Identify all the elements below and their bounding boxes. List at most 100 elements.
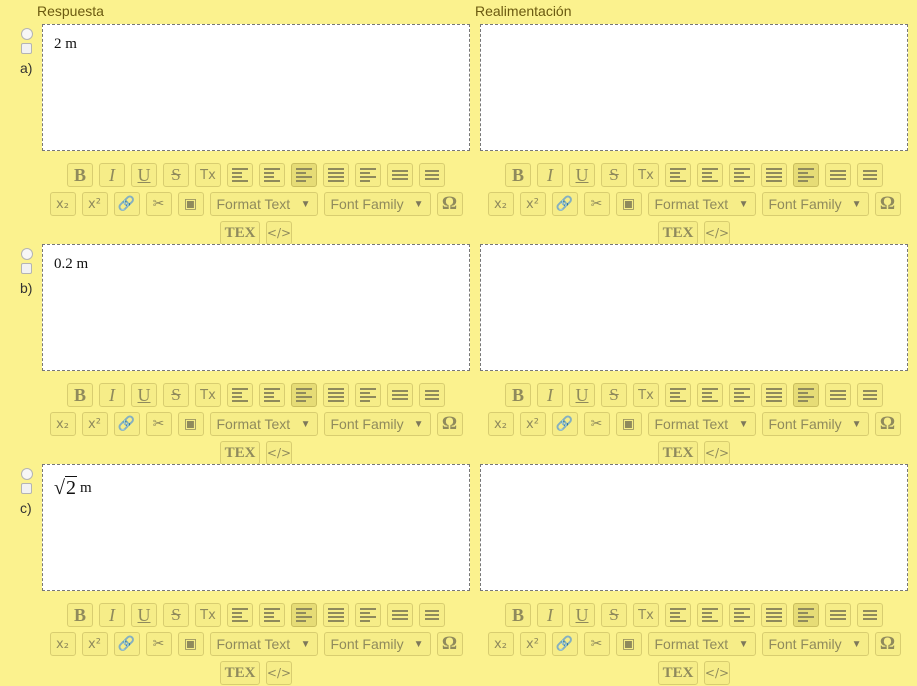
numbered-list-icon[interactable] [857, 383, 883, 407]
align-center-icon[interactable] [323, 603, 349, 627]
superscript-button[interactable]: x² [81, 192, 108, 216]
underline-button[interactable]: U [569, 383, 595, 407]
superscript-button[interactable]: x² [519, 412, 546, 436]
clear-format-button[interactable]: Tx [633, 383, 659, 407]
align-left-icon[interactable] [291, 603, 317, 627]
link-icon[interactable]: 🔗 [551, 192, 578, 216]
align-right-icon[interactable] [355, 383, 381, 407]
italic-button[interactable]: I [99, 163, 125, 187]
align-left-icon[interactable] [291, 163, 317, 187]
source-code-button[interactable]: </> [704, 221, 730, 245]
outdent-icon[interactable] [697, 603, 723, 627]
tex-button[interactable]: TEX [658, 221, 698, 245]
subscript-button[interactable]: x₂ [487, 632, 514, 656]
unlink-icon[interactable]: ✂ [145, 632, 172, 656]
superscript-button[interactable]: x² [81, 412, 108, 436]
align-right-icon[interactable] [793, 603, 819, 627]
bold-button[interactable]: B [505, 163, 531, 187]
bold-button[interactable]: B [67, 163, 93, 187]
clear-format-button[interactable]: Tx [633, 603, 659, 627]
numbered-list-icon[interactable] [419, 163, 445, 187]
numbered-list-icon[interactable] [419, 603, 445, 627]
numbered-list-icon[interactable] [857, 163, 883, 187]
bold-button[interactable]: B [505, 603, 531, 627]
clear-format-button[interactable]: Tx [195, 383, 221, 407]
image-icon[interactable]: ▣ [177, 632, 204, 656]
image-icon[interactable]: ▣ [615, 412, 642, 436]
indent-icon[interactable] [227, 383, 253, 407]
link-icon[interactable]: 🔗 [113, 412, 140, 436]
align-right-icon[interactable] [355, 603, 381, 627]
answer-editor[interactable]: √2 m [42, 464, 470, 591]
indent-icon[interactable] [665, 163, 691, 187]
image-icon[interactable]: ▣ [177, 412, 204, 436]
correct-radio[interactable] [21, 28, 33, 40]
italic-button[interactable]: I [537, 383, 563, 407]
numbered-list-icon[interactable] [857, 603, 883, 627]
format-text-dropdown[interactable]: Format Text ▼ [647, 192, 756, 216]
italic-button[interactable]: I [99, 383, 125, 407]
tex-button[interactable]: TEX [658, 441, 698, 465]
special-char-button[interactable]: Ω [874, 192, 901, 216]
outdent-icon[interactable] [697, 383, 723, 407]
unlink-icon[interactable]: ✂ [583, 632, 610, 656]
superscript-button[interactable]: x² [519, 632, 546, 656]
font-family-dropdown[interactable]: Font Family ▼ [323, 192, 431, 216]
underline-button[interactable]: U [131, 383, 157, 407]
bullet-list-icon[interactable] [825, 163, 851, 187]
underline-button[interactable]: U [569, 163, 595, 187]
clear-format-button[interactable]: Tx [195, 603, 221, 627]
font-family-dropdown[interactable]: Font Family ▼ [761, 412, 869, 436]
tex-button[interactable]: TEX [658, 661, 698, 685]
feedback-editor[interactable] [480, 464, 908, 591]
bullet-list-icon[interactable] [387, 603, 413, 627]
strikethrough-button[interactable]: S [163, 383, 189, 407]
unlink-icon[interactable]: ✂ [583, 192, 610, 216]
underline-button[interactable]: U [131, 603, 157, 627]
font-family-dropdown[interactable]: Font Family ▼ [761, 192, 869, 216]
tex-button[interactable]: TEX [220, 221, 260, 245]
align-right-icon[interactable] [355, 163, 381, 187]
bold-button[interactable]: B [67, 603, 93, 627]
italic-button[interactable]: I [537, 603, 563, 627]
strikethrough-button[interactable]: S [601, 603, 627, 627]
link-icon[interactable]: 🔗 [551, 412, 578, 436]
outdent-icon[interactable] [259, 163, 285, 187]
bold-button[interactable]: B [67, 383, 93, 407]
subscript-button[interactable]: x₂ [49, 192, 76, 216]
answer-editor[interactable]: 0.2 m [42, 244, 470, 371]
bold-button[interactable]: B [505, 383, 531, 407]
outdent-icon[interactable] [259, 383, 285, 407]
link-icon[interactable]: 🔗 [113, 192, 140, 216]
italic-button[interactable]: I [537, 163, 563, 187]
clear-format-button[interactable]: Tx [195, 163, 221, 187]
font-family-dropdown[interactable]: Font Family ▼ [323, 632, 431, 656]
special-char-button[interactable]: Ω [874, 412, 901, 436]
format-text-dropdown[interactable]: Format Text ▼ [647, 412, 756, 436]
unlink-icon[interactable]: ✂ [145, 192, 172, 216]
align-left-icon[interactable] [729, 383, 755, 407]
special-char-button[interactable]: Ω [436, 192, 463, 216]
indent-icon[interactable] [665, 383, 691, 407]
subscript-button[interactable]: x₂ [487, 412, 514, 436]
align-center-icon[interactable] [323, 163, 349, 187]
format-text-dropdown[interactable]: Format Text ▼ [209, 632, 318, 656]
unlink-icon[interactable]: ✂ [145, 412, 172, 436]
format-text-dropdown[interactable]: Format Text ▼ [209, 192, 318, 216]
underline-button[interactable]: U [131, 163, 157, 187]
align-center-icon[interactable] [761, 603, 787, 627]
align-left-icon[interactable] [729, 163, 755, 187]
format-text-dropdown[interactable]: Format Text ▼ [647, 632, 756, 656]
tex-button[interactable]: TEX [220, 441, 260, 465]
bullet-list-icon[interactable] [387, 383, 413, 407]
subscript-button[interactable]: x₂ [487, 192, 514, 216]
link-icon[interactable]: 🔗 [113, 632, 140, 656]
image-icon[interactable]: ▣ [615, 632, 642, 656]
align-right-icon[interactable] [793, 383, 819, 407]
strikethrough-button[interactable]: S [163, 603, 189, 627]
bullet-list-icon[interactable] [825, 603, 851, 627]
align-left-icon[interactable] [291, 383, 317, 407]
special-char-button[interactable]: Ω [874, 632, 901, 656]
bullet-list-icon[interactable] [825, 383, 851, 407]
numbered-list-icon[interactable] [419, 383, 445, 407]
